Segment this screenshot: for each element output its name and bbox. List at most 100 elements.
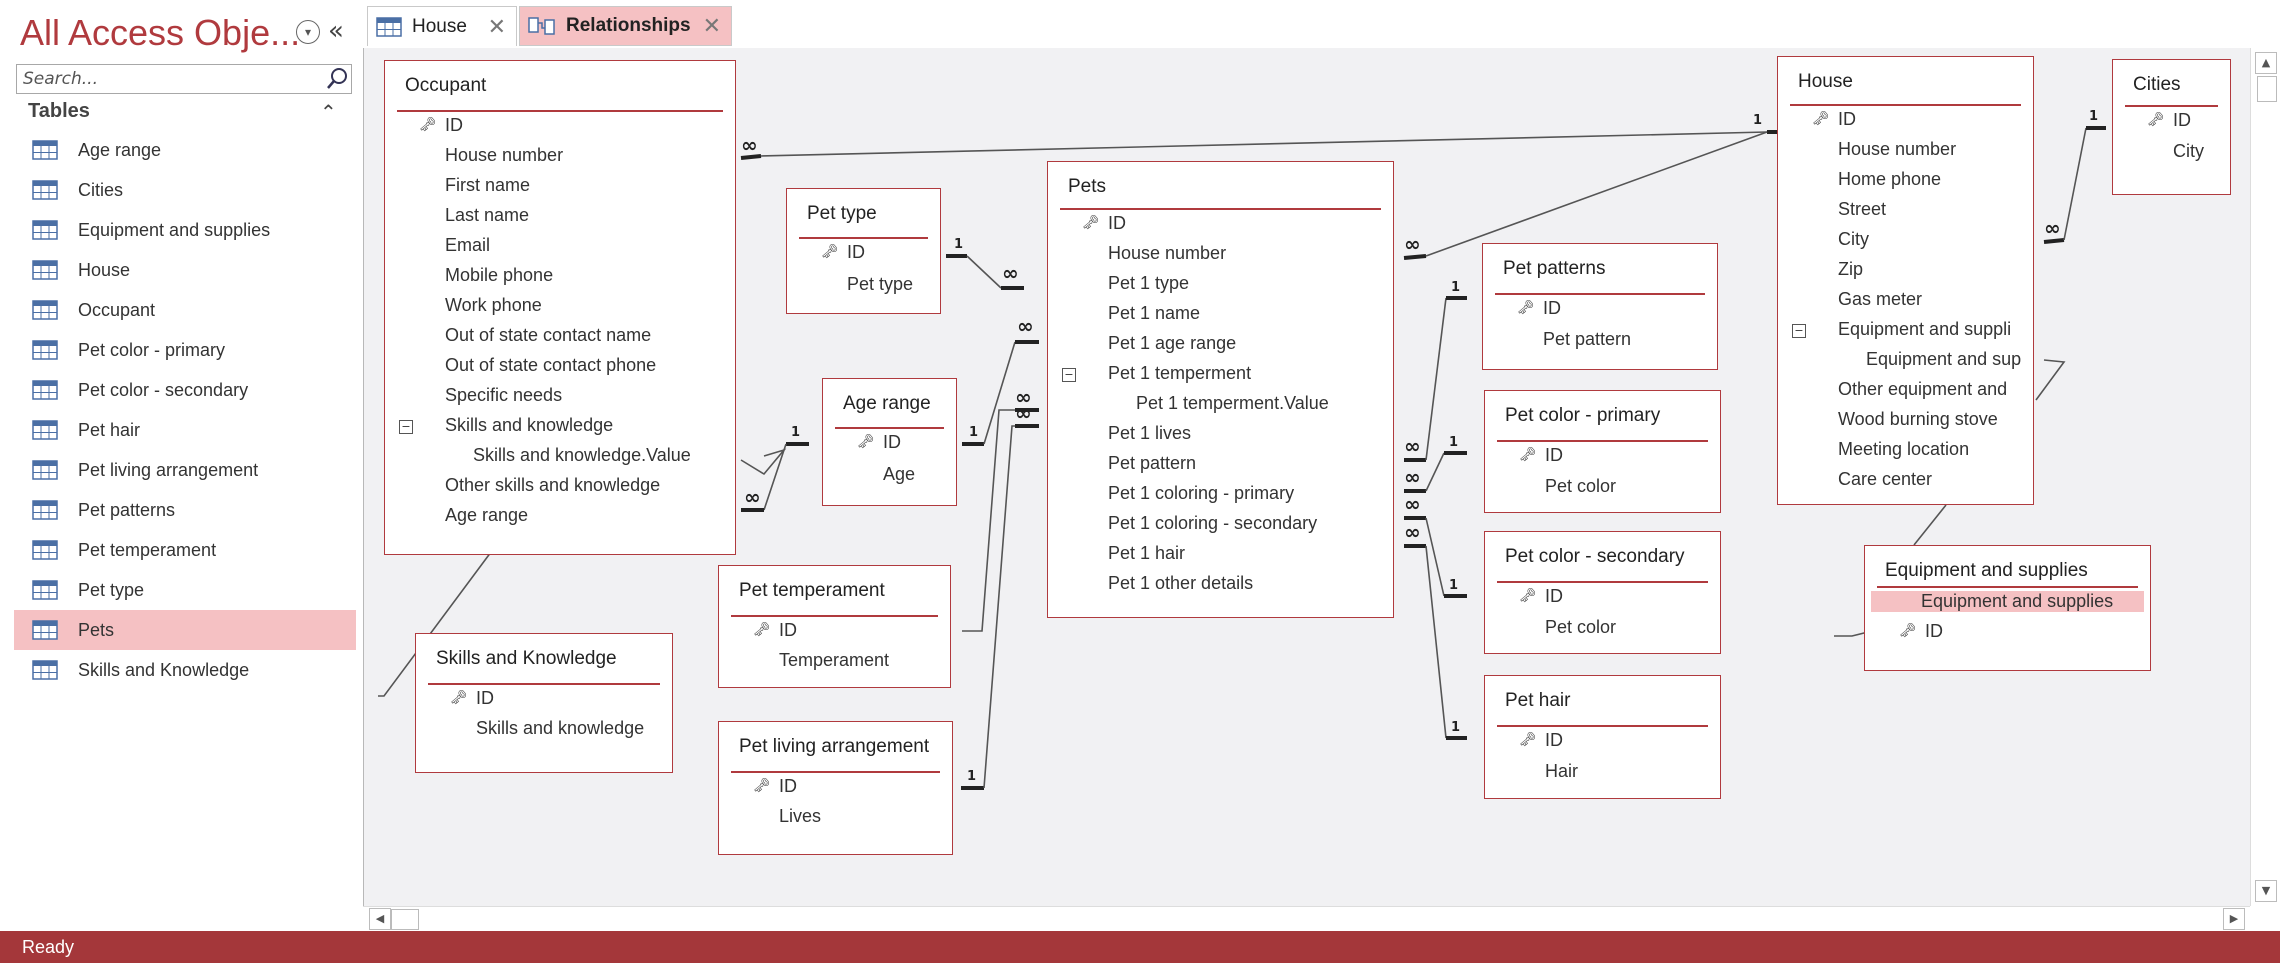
table-skills[interactable]: Skills and Knowledge 🗝 ID Skills and knowle…	[415, 633, 673, 773]
table-title[interactable]: Pet hair	[1485, 676, 1720, 712]
nav-item[interactable]: Pet color - secondary	[14, 370, 356, 410]
table-field[interactable]: Equipment and sup	[1866, 349, 2021, 370]
table-field[interactable]: Pet 1 coloring - primary	[1108, 483, 1294, 504]
table-field[interactable]: First name	[445, 175, 530, 196]
table-field[interactable]: Pet 1 lives	[1108, 423, 1191, 444]
search-input[interactable]: Search...	[16, 64, 352, 94]
table-field[interactable]: ID	[1543, 298, 1561, 319]
table-field[interactable]: Pet 1 other details	[1108, 573, 1253, 594]
table-field[interactable]: Pet 1 coloring - secondary	[1108, 513, 1317, 534]
table-field[interactable]: House number	[1108, 243, 1226, 264]
table-age-range[interactable]: Age range 🗝 ID Age	[822, 378, 957, 506]
table-field[interactable]: ID	[1545, 586, 1563, 607]
table-field[interactable]: Out of state contact phone	[445, 355, 656, 376]
nav-pane-title[interactable]: All Access Obje...	[20, 12, 300, 54]
table-field[interactable]: Specific needs	[445, 385, 562, 406]
table-pet-color-primary[interactable]: Pet color - primary 🗝 ID Pet color	[1484, 390, 1721, 513]
table-field[interactable]: ID	[779, 776, 797, 797]
table-title[interactable]: Pet living arrangement	[719, 722, 952, 758]
relationship-line[interactable]	[1425, 517, 1445, 597]
table-field[interactable]: Pet 1 type	[1108, 273, 1189, 294]
scroll-down-icon[interactable]: ▼	[2255, 880, 2277, 902]
table-field[interactable]: Temperament	[779, 650, 889, 671]
table-field[interactable]: Other equipment and	[1838, 379, 2007, 400]
nav-item[interactable]: Pets	[14, 610, 356, 650]
table-field[interactable]: ID	[1108, 213, 1126, 234]
table-title[interactable]: Equipment and supplies	[1865, 546, 2150, 582]
relationship-line[interactable]	[2063, 127, 2087, 241]
table-field[interactable]: Mobile phone	[445, 265, 553, 286]
table-field[interactable]: Equipment and supplies	[1871, 591, 2144, 612]
scroll-right-icon[interactable]: ▶	[2223, 908, 2245, 930]
table-field[interactable]: ID	[1925, 621, 1943, 642]
table-title[interactable]: Pet color - secondary	[1485, 532, 1720, 568]
table-title[interactable]: Pet color - primary	[1485, 391, 1720, 427]
table-field[interactable]: House number	[1838, 139, 1956, 160]
table-field[interactable]: Gas meter	[1838, 289, 1922, 310]
table-field[interactable]: Skills and knowledge.Value	[473, 445, 691, 466]
nav-item[interactable]: House	[14, 250, 356, 290]
table-field[interactable]: Skills and knowledge	[445, 415, 613, 436]
table-field[interactable]: ID	[847, 242, 865, 263]
table-field[interactable]: Pet 1 name	[1108, 303, 1200, 324]
table-field[interactable]: Email	[445, 235, 490, 256]
vertical-scrollbar[interactable]: ▲ ▼	[2250, 48, 2280, 906]
nav-item[interactable]: Occupant	[14, 290, 356, 330]
scroll-left-icon[interactable]: ◀	[369, 908, 391, 930]
table-field[interactable]: Other skills and knowledge	[445, 475, 660, 496]
table-field[interactable]: Pet 1 temperment.Value	[1136, 393, 1329, 414]
relationship-line[interactable]	[760, 131, 1768, 157]
table-title[interactable]: Pet temperament	[719, 566, 950, 602]
collapse-group-icon[interactable]: ⌃	[320, 100, 337, 124]
nav-shutter-icon[interactable]: «	[328, 16, 344, 46]
table-field[interactable]: City	[2173, 141, 2204, 162]
table-field[interactable]: ID	[779, 620, 797, 641]
table-field[interactable]: Care center	[1838, 469, 1932, 490]
nav-menu-chevron-icon[interactable]: ▾	[296, 20, 320, 44]
tab-house[interactable]: House ✕	[367, 6, 517, 46]
table-field[interactable]: Last name	[445, 205, 529, 226]
close-tab-icon[interactable]: ✕	[703, 13, 721, 39]
table-title[interactable]: House	[1778, 57, 2033, 93]
collapse-field-icon[interactable]: −	[1792, 324, 1806, 338]
relationship-line[interactable]	[1913, 504, 1947, 546]
relationships-canvas[interactable]: ∞ 1 ∞ ∞ 1 1 ∞ 1 ∞ 1 ∞ ∞ 1 ∞ ∞ 1 ∞ 1 ∞ 1 ∞ 1 Occupant 🗝 ID House …	[363, 48, 2251, 906]
table-field[interactable]: Pet color	[1545, 617, 1616, 638]
table-field[interactable]: ID	[1545, 730, 1563, 751]
collapse-field-icon[interactable]: −	[1062, 368, 1076, 382]
vertical-scroll-thumb[interactable]	[2257, 76, 2277, 102]
nav-item[interactable]: Pet patterns	[14, 490, 356, 530]
horizontal-scroll-thumb[interactable]	[391, 909, 419, 930]
relationship-line[interactable]	[1425, 545, 1447, 739]
table-field[interactable]: Pet 1 hair	[1108, 543, 1185, 564]
table-field[interactable]: Equipment and suppli	[1838, 319, 2011, 340]
horizontal-scrollbar[interactable]: ◀ ▶	[363, 906, 2250, 932]
relationship-line[interactable]	[1425, 452, 1445, 492]
table-pet-color-secondary[interactable]: Pet color - secondary 🗝 ID Pet color	[1484, 531, 1721, 654]
table-field[interactable]: Pet type	[847, 274, 913, 295]
table-house[interactable]: House 🗝 ID House number Home phone Street City…	[1777, 56, 2034, 505]
relationship-line[interactable]	[983, 341, 1016, 445]
table-field[interactable]: Age	[883, 464, 915, 485]
relationship-line[interactable]	[2035, 359, 2066, 401]
table-field[interactable]: Pet pattern	[1108, 453, 1196, 474]
table-field[interactable]: Pet pattern	[1543, 329, 1631, 350]
table-title[interactable]: Occupant	[385, 61, 735, 97]
relationship-line[interactable]	[1425, 131, 1768, 257]
table-title[interactable]: Skills and Knowledge	[416, 634, 672, 670]
table-pet-patterns[interactable]: Pet patterns 🗝 ID Pet pattern	[1482, 243, 1718, 370]
table-field[interactable]: Wood burning stove	[1838, 409, 1998, 430]
relationship-line[interactable]	[763, 443, 787, 511]
table-title[interactable]: Pet type	[787, 189, 940, 225]
table-field[interactable]: City	[1838, 229, 1869, 250]
nav-item[interactable]: Pet hair	[14, 410, 356, 450]
nav-item[interactable]: Cities	[14, 170, 356, 210]
nav-item[interactable]: Pet living arrangement	[14, 450, 356, 490]
table-field[interactable]: Pet color	[1545, 476, 1616, 497]
tables-group-header[interactable]: Tables	[28, 100, 90, 123]
table-field[interactable]: ID	[476, 688, 494, 709]
table-field[interactable]: ID	[883, 432, 901, 453]
tab-relationships[interactable]: Relationships ✕	[519, 6, 732, 46]
table-equipment[interactable]: Equipment and supplies Equipment and supp…	[1864, 545, 2151, 671]
table-field[interactable]: ID	[2173, 110, 2191, 131]
